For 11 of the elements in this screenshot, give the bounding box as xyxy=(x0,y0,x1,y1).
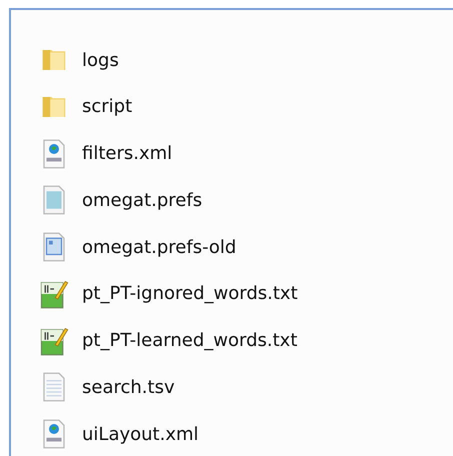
file-name[interactable]: script xyxy=(82,96,132,118)
file-name[interactable]: omegat.prefs-old xyxy=(82,236,236,258)
file-name[interactable]: pt_PT-learned_words.txt xyxy=(82,330,298,351)
file-name[interactable]: search.tsv xyxy=(82,376,175,398)
file-name[interactable]: pt_PT-ignored_words.txt xyxy=(82,283,298,304)
file-name[interactable]: uiLayout.xml xyxy=(82,424,199,444)
notepad-icon xyxy=(39,326,69,356)
file-name[interactable]: omegat.prefs xyxy=(82,190,202,211)
file-name[interactable]: logs xyxy=(82,50,119,70)
file-name[interactable]: filters.xml xyxy=(82,143,172,164)
notepad-icon xyxy=(39,278,69,309)
